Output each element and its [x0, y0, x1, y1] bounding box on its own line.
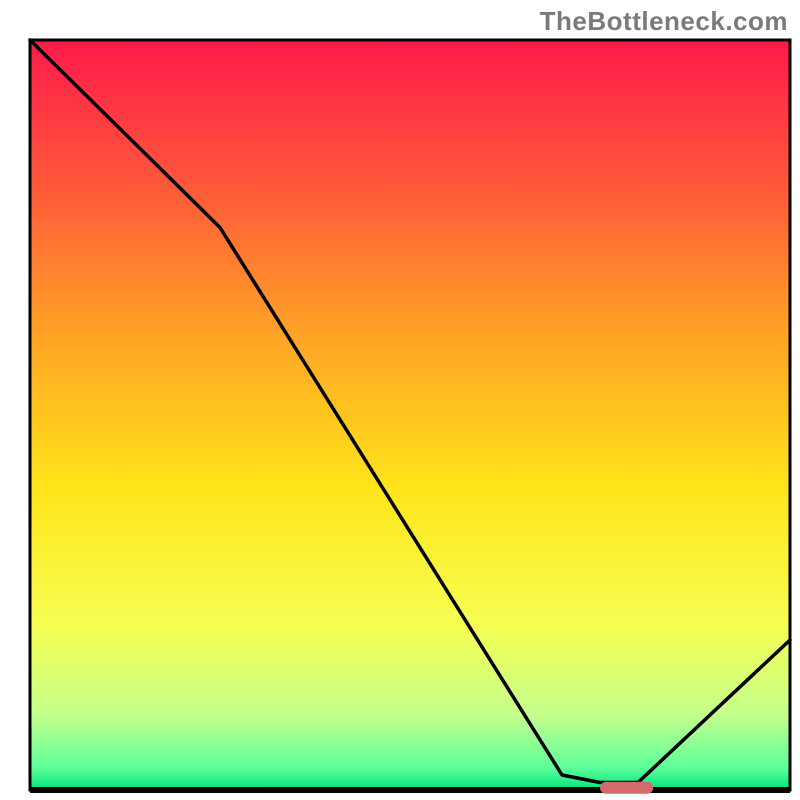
optimal-range-marker — [600, 782, 653, 794]
bottleneck-plot — [0, 0, 800, 800]
bottom-band — [30, 787, 790, 793]
chart-frame: TheBottleneck.com — [0, 0, 800, 800]
